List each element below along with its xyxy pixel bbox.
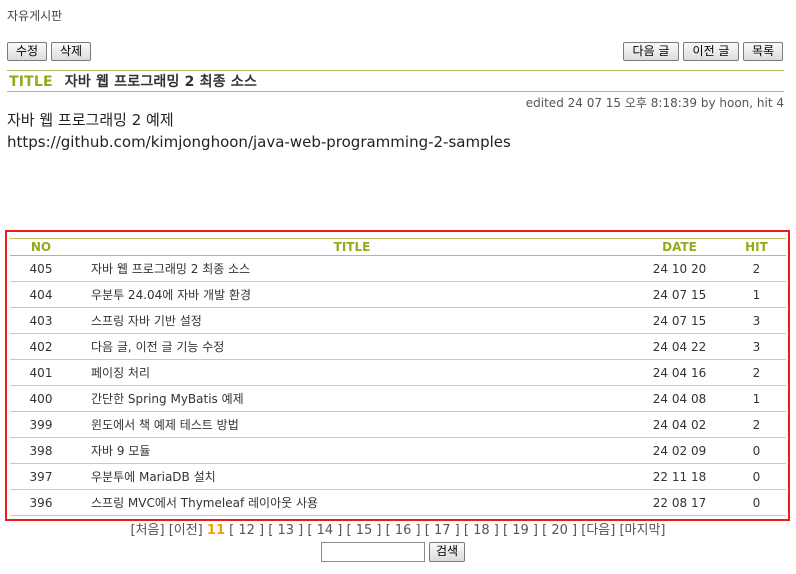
page-first-link[interactable]: [처음] bbox=[130, 523, 164, 538]
next-article-button[interactable]: 다음 글 bbox=[623, 42, 679, 61]
row-date: 22 08 17 bbox=[632, 489, 727, 516]
article-meta: edited 24 07 15 오후 8:18:39 by hoon, hit … bbox=[525, 96, 784, 110]
list-row[interactable]: 402 다음 글, 이전 글 기능 수정 24 04 22 3 bbox=[10, 333, 786, 360]
article-title-row: TITLE 자바 웹 프로그래밍 2 최종 소스 bbox=[9, 71, 257, 91]
list-row[interactable]: 401 페이징 처리 24 04 16 2 bbox=[10, 359, 786, 386]
row-hit: 2 bbox=[727, 255, 786, 282]
row-hit: 0 bbox=[727, 463, 786, 490]
page-number: 15 bbox=[355, 523, 373, 538]
article-body: 자바 웹 프로그래밍 2 예제 https://github.com/kimjo… bbox=[7, 109, 511, 153]
article-list-panel: NO TITLE DATE HIT 405 자바 웹 프로그래밍 2 최종 소스… bbox=[5, 230, 790, 521]
delete-button[interactable]: 삭제 bbox=[51, 42, 91, 61]
search-input[interactable] bbox=[321, 542, 425, 562]
row-date: 24 04 16 bbox=[632, 359, 727, 386]
row-hit: 1 bbox=[727, 385, 786, 412]
prev-article-button[interactable]: 이전 글 bbox=[683, 42, 739, 61]
title-bottom-divider bbox=[7, 91, 784, 92]
row-no: 399 bbox=[10, 411, 72, 438]
list-row[interactable]: 397 우분투에 MariaDB 설치 22 11 18 0 bbox=[10, 463, 786, 490]
row-date: 24 04 22 bbox=[632, 333, 727, 360]
list-row[interactable]: 403 스프링 자바 기반 설정 24 07 15 3 bbox=[10, 307, 786, 334]
page-number: 16 bbox=[394, 523, 412, 538]
row-no: 403 bbox=[10, 307, 72, 334]
article-body-line: 자바 웹 프로그래밍 2 예제 bbox=[7, 111, 174, 129]
list-button[interactable]: 목록 bbox=[743, 42, 783, 61]
row-hit: 0 bbox=[727, 489, 786, 516]
page-number: 12 bbox=[238, 523, 255, 538]
row-title-link[interactable]: 우분투 24.04에 자바 개발 환경 bbox=[72, 281, 632, 308]
row-no: 405 bbox=[10, 255, 72, 282]
list-row[interactable]: 399 윈도에서 책 예제 테스트 방법 24 04 02 2 bbox=[10, 411, 786, 438]
row-title-link[interactable]: 페이징 처리 bbox=[72, 359, 632, 386]
col-header-hit: HIT bbox=[727, 238, 786, 256]
page-link[interactable]: [ 18 ] bbox=[464, 523, 499, 538]
board-name: 자유게시판 bbox=[7, 9, 63, 23]
page-link[interactable]: [ 16 ] bbox=[386, 523, 421, 538]
page-link[interactable]: [ 14 ] bbox=[307, 523, 342, 538]
list-row[interactable]: 398 자바 9 모듈 24 02 09 0 bbox=[10, 437, 786, 464]
list-header-row: NO TITLE DATE HIT bbox=[10, 238, 786, 256]
row-date: 24 04 08 bbox=[632, 385, 727, 412]
col-header-no: NO bbox=[10, 238, 72, 256]
row-hit: 3 bbox=[727, 333, 786, 360]
page-last-link[interactable]: [마지막] bbox=[619, 523, 665, 538]
page-number: 20 bbox=[551, 523, 568, 538]
row-date: 24 10 20 bbox=[632, 255, 727, 282]
article-list-table: NO TITLE DATE HIT 405 자바 웹 프로그래밍 2 최종 소스… bbox=[10, 238, 786, 516]
row-hit: 3 bbox=[727, 307, 786, 334]
page-link[interactable]: [ 15 ] bbox=[347, 523, 382, 538]
row-hit: 0 bbox=[727, 437, 786, 464]
row-date: 22 11 18 bbox=[632, 463, 727, 490]
page-number: 19 bbox=[512, 523, 529, 538]
col-header-title: TITLE bbox=[72, 238, 632, 256]
row-date: 24 02 09 bbox=[632, 437, 727, 464]
page-number: 17 bbox=[433, 523, 451, 538]
list-row[interactable]: 396 스프링 MVC에서 Thymeleaf 레이아웃 사용 22 08 17… bbox=[10, 489, 786, 516]
page-next-link[interactable]: [다음] bbox=[581, 523, 615, 538]
row-hit: 1 bbox=[727, 281, 786, 308]
row-title-link[interactable]: 다음 글, 이전 글 기능 수정 bbox=[72, 333, 632, 360]
page-link[interactable]: [ 13 ] bbox=[268, 523, 303, 538]
list-row[interactable]: 400 간단한 Spring MyBatis 예제 24 04 08 1 bbox=[10, 385, 786, 412]
row-no: 400 bbox=[10, 385, 72, 412]
row-date: 24 07 15 bbox=[632, 307, 727, 334]
col-header-date: DATE bbox=[632, 238, 727, 256]
row-date: 24 04 02 bbox=[632, 411, 727, 438]
row-no: 402 bbox=[10, 333, 72, 360]
title-tag: TITLE bbox=[9, 74, 53, 90]
row-title-link[interactable]: 자바 9 모듈 bbox=[72, 437, 632, 464]
row-no: 396 bbox=[10, 489, 72, 516]
page-link[interactable]: [ 12 ] bbox=[229, 523, 264, 538]
row-title-link[interactable]: 간단한 Spring MyBatis 예제 bbox=[72, 385, 632, 412]
search-button[interactable]: 검색 bbox=[429, 542, 466, 562]
row-hit: 2 bbox=[727, 359, 786, 386]
page-number: 14 bbox=[316, 523, 334, 538]
page-prev-link[interactable]: [이전] bbox=[169, 523, 203, 538]
row-no: 404 bbox=[10, 281, 72, 308]
row-date: 24 07 15 bbox=[632, 281, 727, 308]
row-no: 401 bbox=[10, 359, 72, 386]
row-title-link[interactable]: 자바 웹 프로그래밍 2 최종 소스 bbox=[72, 255, 632, 282]
row-title-link[interactable]: 스프링 자바 기반 설정 bbox=[72, 307, 632, 334]
article-title: 자바 웹 프로그래밍 2 최종 소스 bbox=[64, 74, 258, 90]
page-link[interactable]: [ 19 ] bbox=[503, 523, 538, 538]
row-no: 398 bbox=[10, 437, 72, 464]
list-row[interactable]: 404 우분투 24.04에 자바 개발 환경 24 07 15 1 bbox=[10, 281, 786, 308]
page-link[interactable]: [ 20 ] bbox=[542, 523, 577, 538]
row-hit: 2 bbox=[727, 411, 786, 438]
page-number: 18 bbox=[473, 523, 490, 538]
pagination: [처음] [이전] 11 [ 12 ] [ 13 ] [ 14 ] [ 15 ]… bbox=[0, 519, 796, 538]
page-link[interactable]: [ 17 ] bbox=[425, 523, 460, 538]
list-row[interactable]: 405 자바 웹 프로그래밍 2 최종 소스 24 10 20 2 bbox=[10, 255, 786, 282]
page-current: 11 bbox=[206, 523, 225, 538]
row-title-link[interactable]: 우분투에 MariaDB 설치 bbox=[72, 463, 632, 490]
page-number: 13 bbox=[277, 523, 295, 538]
row-no: 397 bbox=[10, 463, 72, 490]
row-title-link[interactable]: 윈도에서 책 예제 테스트 방법 bbox=[72, 411, 632, 438]
article-body-link[interactable]: https://github.com/kimjonghoon/java-web-… bbox=[7, 131, 511, 153]
row-title-link[interactable]: 스프링 MVC에서 Thymeleaf 레이아웃 사용 bbox=[72, 489, 632, 516]
edit-button[interactable]: 수정 bbox=[7, 42, 47, 61]
